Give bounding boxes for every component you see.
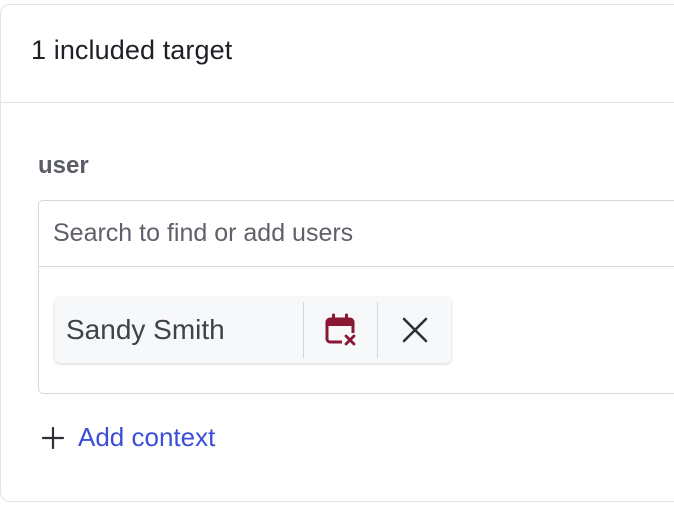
target-chip-label: Sandy Smith bbox=[66, 314, 225, 345]
user-search-input[interactable] bbox=[39, 201, 674, 267]
close-icon bbox=[402, 317, 427, 343]
target-chip: Sandy Smith bbox=[55, 297, 451, 363]
card-header: 1 included target bbox=[1, 5, 674, 103]
card-title: 1 included target bbox=[31, 35, 233, 65]
add-context-label: Add context bbox=[78, 422, 216, 452]
target-picker: Sandy Smith bbox=[38, 200, 674, 394]
add-context-button[interactable]: Add context bbox=[40, 422, 215, 453]
schedule-removal-button[interactable] bbox=[304, 297, 377, 363]
calendar-remove-icon bbox=[325, 313, 358, 347]
section-label-user: user bbox=[38, 152, 89, 179]
plus-icon bbox=[40, 425, 66, 451]
remove-target-button[interactable] bbox=[378, 297, 451, 363]
